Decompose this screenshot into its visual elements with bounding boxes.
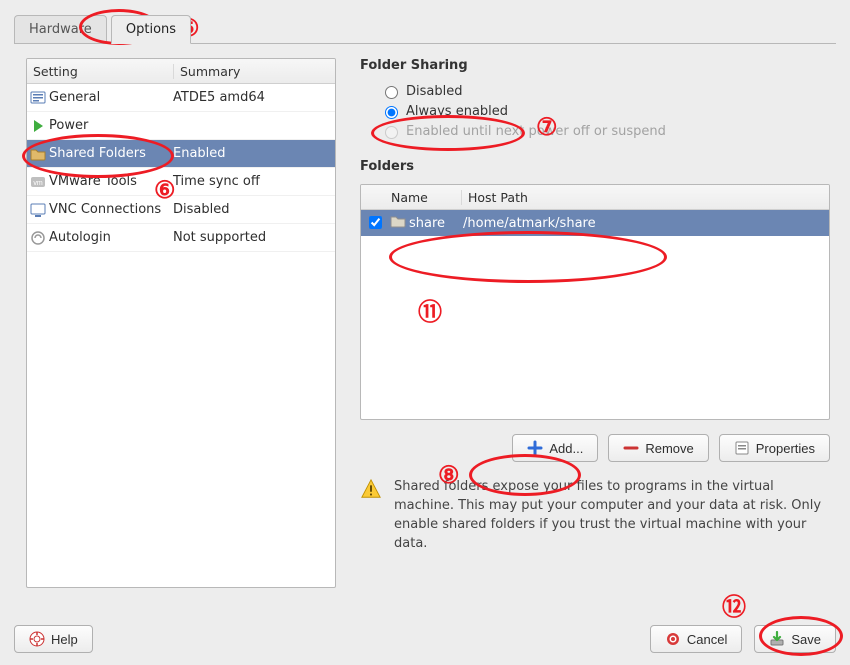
radio-always-label: Always enabled [406, 104, 508, 119]
section-title-folder-sharing: Folder Sharing [360, 58, 830, 73]
settings-row-vmware-tools[interactable]: vm VMware Tools Time sync off [27, 168, 335, 196]
radio-until-label: Enabled until next power off or suspend [406, 124, 666, 139]
properties-button[interactable]: Properties [719, 434, 830, 462]
radio-always-input[interactable] [385, 106, 398, 119]
folder-row-share[interactable]: share /home/atmark/share [361, 210, 829, 236]
cancel-icon [665, 631, 681, 647]
settings-row-summary: Not supported [167, 230, 335, 245]
settings-row-summary: ATDE5 amd64 [167, 90, 335, 105]
add-button[interactable]: Add... [512, 434, 598, 462]
help-icon [29, 631, 45, 647]
warning-text: Shared folders expose your files to prog… [394, 478, 824, 553]
save-button-label: Save [791, 632, 821, 647]
column-header-name[interactable]: Name [389, 190, 462, 205]
svg-text:vm: vm [33, 180, 43, 187]
radio-disabled[interactable]: Disabled [380, 83, 830, 99]
settings-row-general[interactable]: General ATDE5 amd64 [27, 84, 335, 112]
folder-row-checkbox[interactable] [369, 216, 382, 229]
folder-icon [30, 146, 46, 162]
settings-row-autologin[interactable]: Autologin Not supported [27, 224, 335, 252]
minus-icon [623, 440, 639, 456]
save-button[interactable]: Save [754, 625, 836, 653]
warning-icon [360, 478, 382, 507]
settings-row-vnc-connections[interactable]: VNC Connections Disabled [27, 196, 335, 224]
vmware-icon: vm [30, 174, 46, 190]
settings-row-summary: Disabled [167, 202, 335, 217]
folder-icon [389, 213, 407, 233]
remove-button-label: Remove [645, 441, 693, 456]
cancel-button[interactable]: Cancel [650, 625, 742, 653]
column-header-host-path[interactable]: Host Path [462, 190, 829, 205]
vnc-icon [30, 202, 46, 218]
column-header-setting[interactable]: Setting [27, 64, 174, 79]
radio-always-enabled[interactable]: Always enabled [380, 103, 830, 119]
radio-disabled-label: Disabled [406, 84, 462, 99]
autologin-icon [30, 230, 46, 246]
folders-list-header: Name Host Path [361, 185, 829, 210]
column-header-summary[interactable]: Summary [174, 64, 335, 79]
tab-hardware[interactable]: Hardware [14, 15, 107, 43]
properties-button-label: Properties [756, 441, 815, 456]
folder-row-name: share [407, 216, 459, 231]
settings-row-summary: Time sync off [167, 174, 335, 189]
radio-disabled-input[interactable] [385, 86, 398, 99]
cancel-button-label: Cancel [687, 632, 727, 647]
help-button[interactable]: Help [14, 625, 93, 653]
radio-until-suspend: Enabled until next power off or suspend [380, 123, 830, 139]
settings-row-label: General [49, 90, 167, 105]
settings-row-label: VNC Connections [49, 202, 167, 217]
plus-icon [527, 440, 543, 456]
settings-row-label: Shared Folders [49, 146, 167, 161]
properties-icon [734, 440, 750, 456]
folders-list[interactable]: Name Host Path share /home/atmark/share [360, 184, 830, 420]
settings-row-summary: Enabled [167, 146, 335, 161]
power-icon [30, 118, 46, 134]
folder-row-host-path: /home/atmark/share [459, 216, 829, 231]
settings-list[interactable]: Setting Summary General ATDE5 amd64 Powe… [26, 58, 336, 588]
settings-row-shared-folders[interactable]: Shared Folders Enabled [27, 140, 335, 168]
remove-button[interactable]: Remove [608, 434, 708, 462]
add-button-label: Add... [549, 441, 583, 456]
radio-until-input [385, 126, 398, 139]
settings-row-power[interactable]: Power [27, 112, 335, 140]
section-title-folders: Folders [360, 159, 830, 174]
settings-row-label: Autologin [49, 230, 167, 245]
save-icon [769, 631, 785, 647]
tab-options[interactable]: Options [111, 15, 191, 44]
help-button-label: Help [51, 632, 78, 647]
general-icon [30, 90, 46, 106]
settings-list-header: Setting Summary [27, 59, 335, 84]
settings-row-label: Power [49, 118, 167, 133]
settings-row-label: VMware Tools [49, 174, 167, 189]
